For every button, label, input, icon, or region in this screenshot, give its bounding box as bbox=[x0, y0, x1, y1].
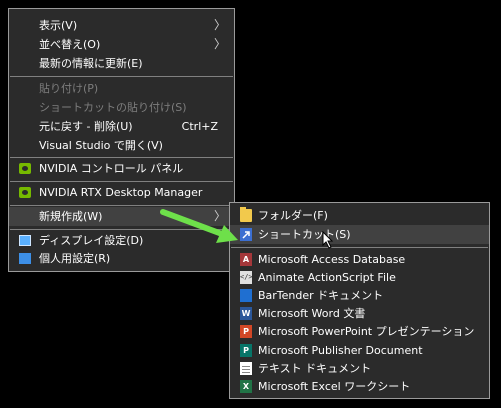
menu-item-label: NVIDIA RTX Desktop Manager bbox=[39, 186, 203, 199]
menu-item-paste-shortcut: ショートカットの貼り付け(S) bbox=[9, 98, 234, 117]
nvidia-icon bbox=[19, 163, 31, 174]
submenu-item-label: ショートカット(S) bbox=[258, 228, 351, 241]
new-submenu: フォルダー(F) ショートカット(S) A Microsoft Access D… bbox=[229, 202, 490, 399]
submenu-item-label: Microsoft Access Database bbox=[258, 253, 406, 266]
submenu-item-label: Animate ActionScript File bbox=[258, 271, 396, 284]
personalize-icon bbox=[19, 253, 31, 264]
submenu-item-publisher[interactable]: P Microsoft Publisher Document bbox=[230, 341, 489, 360]
powerpoint-icon: P bbox=[240, 325, 252, 338]
submenu-item-access[interactable]: A Microsoft Access Database bbox=[230, 250, 489, 269]
menu-separator bbox=[10, 157, 233, 158]
submenu-item-label: Microsoft Publisher Document bbox=[258, 344, 423, 357]
menu-item-paste: 貼り付け(P) bbox=[9, 79, 234, 98]
menu-item-undo-delete[interactable]: 元に戻す - 削除(U) Ctrl+Z bbox=[9, 117, 234, 136]
menu-item-label: NVIDIA コントロール パネル bbox=[39, 162, 184, 175]
submenu-item-label: テキスト ドキュメント bbox=[258, 362, 372, 375]
publisher-icon: P bbox=[240, 344, 252, 357]
submenu-item-bartender[interactable]: BarTender ドキュメント bbox=[230, 286, 489, 305]
menu-item-sort[interactable]: 並べ替え(O) 〉 bbox=[9, 35, 234, 54]
menu-separator bbox=[10, 181, 233, 182]
menu-item-nvidia-control-panel[interactable]: NVIDIA コントロール パネル bbox=[9, 159, 234, 178]
menu-item-label: 並べ替え(O) bbox=[39, 38, 101, 51]
actionscript-icon: </> bbox=[240, 271, 253, 284]
access-icon: A bbox=[240, 253, 252, 266]
chevron-right-icon: 〉 bbox=[213, 18, 226, 32]
menu-item-label: 新規作成(W) bbox=[39, 210, 103, 223]
submenu-item-word[interactable]: W Microsoft Word 文書 bbox=[230, 304, 489, 323]
display-icon bbox=[19, 235, 31, 246]
annotation-arrow-icon bbox=[160, 209, 238, 243]
excel-icon: X bbox=[240, 380, 252, 393]
menu-item-label: 元に戻す - 削除(U) bbox=[39, 120, 133, 133]
submenu-item-label: Microsoft Word 文書 bbox=[258, 307, 366, 320]
submenu-item-label: Microsoft Excel ワークシート bbox=[258, 380, 411, 393]
bartender-icon bbox=[240, 289, 252, 302]
menu-separator bbox=[231, 247, 488, 248]
menu-item-label: ディスプレイ設定(D) bbox=[39, 234, 144, 247]
menu-item-label: 最新の情報に更新(E) bbox=[39, 57, 143, 70]
text-document-icon bbox=[240, 362, 252, 375]
menu-item-nvidia-rtx-desktop-manager[interactable]: NVIDIA RTX Desktop Manager bbox=[9, 183, 234, 202]
menu-separator bbox=[10, 205, 233, 206]
menu-item-refresh[interactable]: 最新の情報に更新(E) bbox=[9, 54, 234, 73]
shortcut-icon bbox=[240, 228, 252, 241]
submenu-item-label: BarTender ドキュメント bbox=[258, 289, 384, 302]
submenu-item-actionscript[interactable]: </> Animate ActionScript File bbox=[230, 268, 489, 287]
submenu-item-label: Microsoft PowerPoint プレゼンテーション bbox=[258, 325, 475, 338]
menu-item-label: Visual Studio で開く(V) bbox=[39, 139, 163, 152]
menu-separator bbox=[10, 76, 233, 77]
word-icon: W bbox=[240, 307, 252, 320]
menu-item-open-visual-studio[interactable]: Visual Studio で開く(V) bbox=[9, 136, 234, 155]
nvidia-icon bbox=[19, 187, 31, 198]
menu-item-shortcut: Ctrl+Z bbox=[181, 120, 218, 133]
folder-icon bbox=[240, 207, 252, 222]
submenu-item-shortcut[interactable]: ショートカット(S) bbox=[230, 225, 489, 244]
submenu-item-excel[interactable]: X Microsoft Excel ワークシート bbox=[230, 377, 489, 396]
menu-item-personalize[interactable]: 個人用設定(R) bbox=[9, 249, 234, 268]
submenu-item-label: フォルダー(F) bbox=[258, 209, 328, 222]
menu-item-label: ショートカットの貼り付け(S) bbox=[39, 101, 187, 114]
submenu-item-powerpoint[interactable]: P Microsoft PowerPoint プレゼンテーション bbox=[230, 322, 489, 341]
mouse-cursor-icon bbox=[322, 231, 334, 249]
submenu-item-text-document[interactable]: テキスト ドキュメント bbox=[230, 359, 489, 378]
submenu-item-folder[interactable]: フォルダー(F) bbox=[230, 206, 489, 225]
menu-item-view[interactable]: 表示(V) 〉 bbox=[9, 16, 234, 35]
chevron-right-icon: 〉 bbox=[213, 37, 226, 51]
menu-item-label: 貼り付け(P) bbox=[39, 82, 99, 95]
menu-item-label: 表示(V) bbox=[39, 19, 78, 32]
menu-item-label: 個人用設定(R) bbox=[39, 252, 111, 265]
